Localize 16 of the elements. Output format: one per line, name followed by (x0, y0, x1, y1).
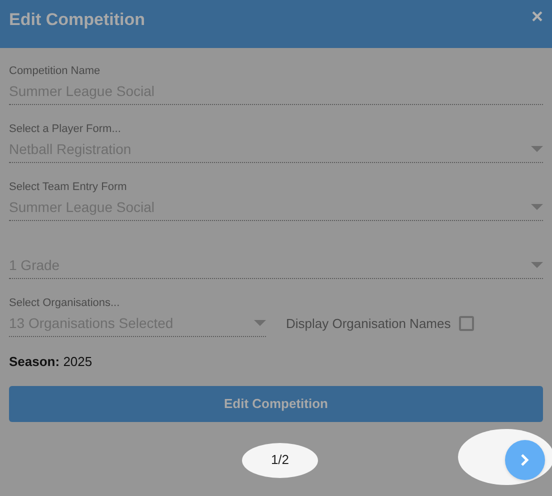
edit-competition-button[interactable]: Edit Competition (9, 386, 543, 422)
field-label: Select Organisations... (9, 296, 121, 310)
checkbox-label: Display Organisation Names (286, 314, 451, 333)
field-label: Select Team Entry Form (9, 180, 128, 194)
close-button[interactable]: × (531, 7, 543, 27)
field-label: Select a Player Form... (9, 122, 122, 136)
checkbox[interactable] (458, 316, 474, 331)
dropdown-caret-icon (531, 262, 543, 268)
dialog-title: Edit Competition (9, 9, 145, 31)
dropdown-caret-icon (254, 320, 266, 326)
dropdown-caret-icon (531, 204, 543, 210)
chevron-right-icon (520, 452, 530, 466)
dropdown-caret-icon (531, 146, 543, 152)
field-label: Competition Name (9, 64, 102, 78)
page-indicator: 1/2 (242, 442, 318, 478)
season-text: Season: 2025 (9, 353, 94, 371)
